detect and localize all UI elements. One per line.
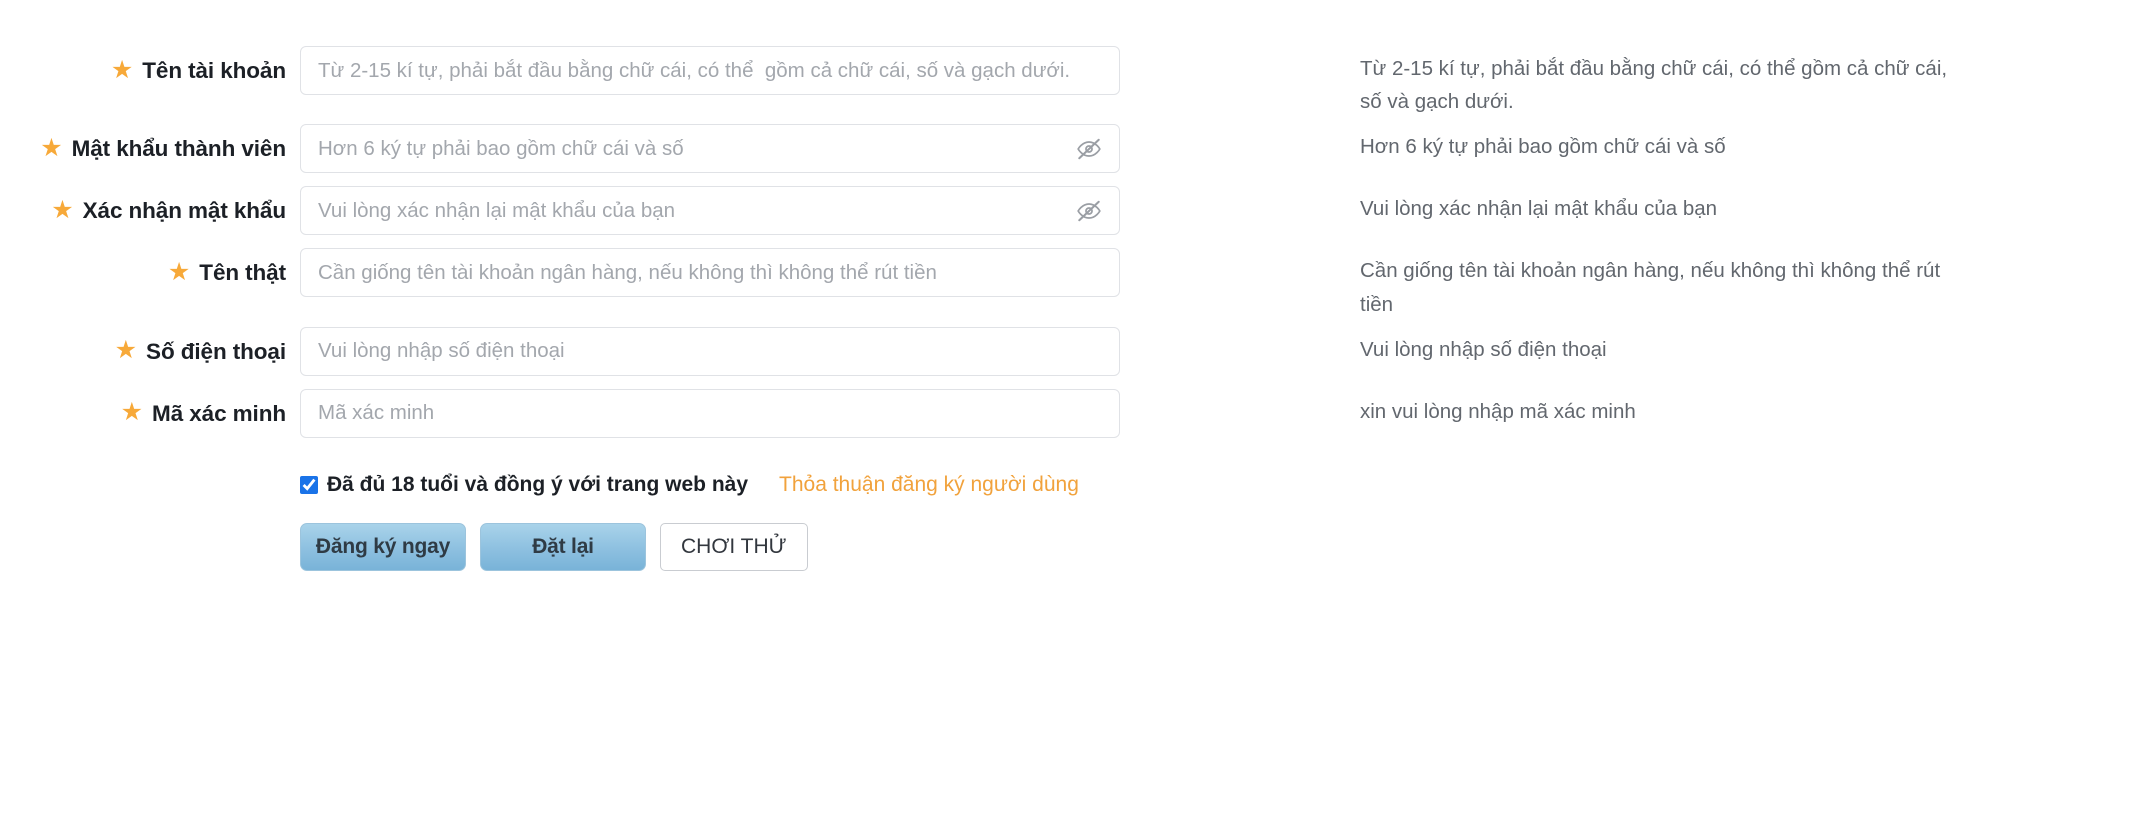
label-cell-realname: ★ Tên thật xyxy=(0,242,300,304)
input-cell-password xyxy=(300,118,1360,174)
phone-input[interactable] xyxy=(300,326,1120,376)
input-shell-realname xyxy=(300,248,1120,298)
agreement-group: Đã đủ 18 tuổi và đồng ý với trang web nà… xyxy=(300,473,1079,497)
helper-text-confirm-password: Vui lòng xác nhận lại mật khẩu của bạn xyxy=(1360,197,1718,221)
star-icon: ★ xyxy=(167,257,191,286)
input-shell-username xyxy=(300,46,1120,95)
helper-cell-realname: Cần giống tên tài khoản ngân hàng, nếu k… xyxy=(1360,242,2151,320)
helper-cell-password: Hơn 6 ký tự phải bao gồm chữ cái và số xyxy=(1360,118,2151,163)
star-icon: ★ xyxy=(120,398,144,427)
helper-text-realname: Cần giống tên tài khoản ngân hàng, nếu k… xyxy=(1360,259,1941,316)
field-label-username: Tên tài khoản xyxy=(142,58,286,83)
label-cell-confirm-password: ★ Xác nhận mật khẩu xyxy=(0,180,300,242)
field-label-phone: Số điện thoại xyxy=(146,338,286,364)
label-cell-username: ★ Tên tài khoản xyxy=(0,40,300,102)
age-agreement-checkbox[interactable] xyxy=(300,475,318,494)
input-cell-realname xyxy=(300,242,1360,298)
verification-code-input[interactable] xyxy=(300,388,1120,438)
confirm-password-input[interactable] xyxy=(300,186,1120,236)
action-button-row: Đăng ký ngay Đặt lại CHƠI THỬ xyxy=(0,522,2151,571)
label-cell-verification-code: ★ Mã xác minh xyxy=(0,383,300,445)
form-row-username: ★ Tên tài khoản Từ 2-15 kí tự, phải bắt … xyxy=(0,40,2151,118)
input-cell-confirm-password xyxy=(300,180,1360,236)
input-cell-username xyxy=(300,40,1360,95)
user-agreement-link[interactable]: Thỏa thuận đăng ký người dùng xyxy=(779,473,1079,497)
field-label-password: Mật khẩu thành viên xyxy=(71,136,286,162)
input-shell-confirm-password xyxy=(300,186,1120,236)
label-cell-password: ★ Mật khẩu thành viên xyxy=(0,118,300,180)
form-row-password: ★ Mật khẩu thành viên Hơn 6 ký tự phải b… xyxy=(0,118,2151,180)
field-label-confirm-password: Xác nhận mật khẩu xyxy=(82,198,286,224)
form-row-verification-code: ★ Mã xác minh xin vui lòng nhập mã xác m… xyxy=(0,383,2151,445)
helper-text-phone: Vui lòng nhập số điện thoại xyxy=(1360,337,1607,361)
helper-cell-verification-code: xin vui lòng nhập mã xác minh xyxy=(1360,383,2151,428)
star-icon: ★ xyxy=(114,336,138,365)
helper-text-password: Hơn 6 ký tự phải bao gồm chữ cái và số xyxy=(1360,135,1726,159)
registration-form: ★ Tên tài khoản Từ 2-15 kí tự, phải bắt … xyxy=(0,0,2151,836)
agreement-row: Đã đủ 18 tuổi và đồng ý với trang web nà… xyxy=(0,473,2151,497)
input-cell-phone xyxy=(300,321,1360,376)
input-shell-password xyxy=(300,124,1120,174)
trial-play-button[interactable]: CHƠI THỬ xyxy=(660,522,808,571)
helper-cell-username: Từ 2-15 kí tự, phải bắt đầu bằng chữ cái… xyxy=(1360,40,2151,118)
eye-off-icon[interactable] xyxy=(1074,196,1104,226)
label-cell-phone: ★ Số điện thoại xyxy=(0,321,300,383)
username-input[interactable] xyxy=(300,46,1120,95)
helper-text-verification-code: xin vui lòng nhập mã xác minh xyxy=(1360,399,1636,423)
password-input[interactable] xyxy=(300,124,1120,174)
field-label-verification-code: Mã xác minh xyxy=(152,400,286,426)
eye-off-icon[interactable] xyxy=(1074,134,1104,164)
helper-cell-confirm-password: Vui lòng xác nhận lại mật khẩu của bạn xyxy=(1360,180,2151,225)
input-shell-verification-code xyxy=(300,388,1120,438)
reset-button[interactable]: Đặt lại xyxy=(480,522,646,571)
age-agreement-label[interactable]: Đã đủ 18 tuổi và đồng ý với trang web nà… xyxy=(327,473,748,497)
realname-input[interactable] xyxy=(300,248,1120,298)
register-now-button[interactable]: Đăng ký ngay xyxy=(300,522,466,571)
form-row-confirm-password: ★ Xác nhận mật khẩu Vui lòng xác nhận lạ… xyxy=(0,180,2151,242)
input-shell-phone xyxy=(300,326,1120,376)
input-cell-verification-code xyxy=(300,383,1360,438)
form-row-realname: ★ Tên thật Cần giống tên tài khoản ngân … xyxy=(0,242,2151,320)
star-icon: ★ xyxy=(110,55,134,84)
field-label-realname: Tên thật xyxy=(199,260,286,286)
helper-text-username: Từ 2-15 kí tự, phải bắt đầu bằng chữ cái… xyxy=(1360,57,1948,114)
form-row-phone: ★ Số điện thoại Vui lòng nhập số điện th… xyxy=(0,321,2151,383)
star-icon: ★ xyxy=(40,133,63,162)
helper-cell-phone: Vui lòng nhập số điện thoại xyxy=(1360,321,2151,366)
star-icon: ★ xyxy=(51,195,74,224)
